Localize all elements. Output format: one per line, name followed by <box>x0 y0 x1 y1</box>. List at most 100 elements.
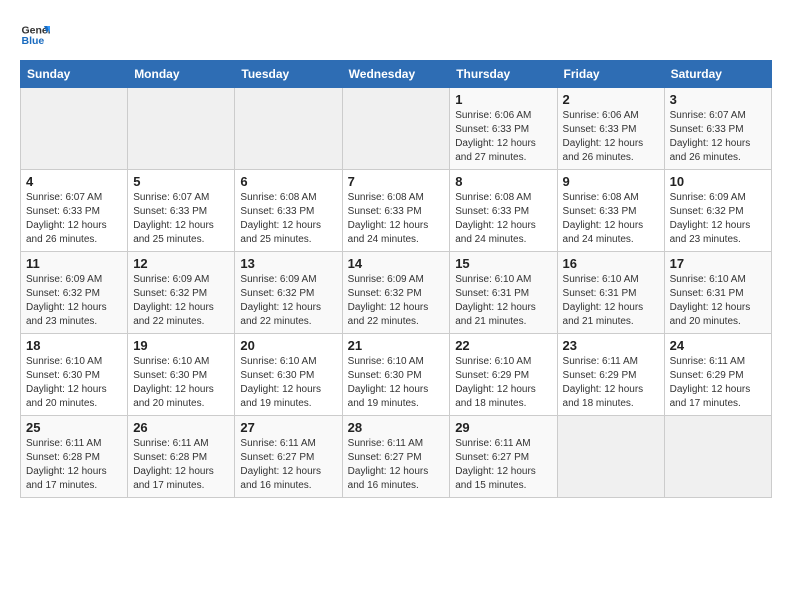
day-number: 28 <box>348 420 445 435</box>
day-info: Sunrise: 6:11 AMSunset: 6:27 PMDaylight:… <box>240 437 336 493</box>
day-number: 11 <box>26 256 122 271</box>
calendar-body: 1Sunrise: 6:06 AMSunset: 6:33 PMDaylight… <box>21 88 772 498</box>
day-info: Sunrise: 6:07 AMSunset: 6:33 PMDaylight:… <box>670 109 766 165</box>
day-number: 24 <box>670 338 766 353</box>
day-number: 21 <box>348 338 445 353</box>
day-info: Sunrise: 6:10 AMSunset: 6:31 PMDaylight:… <box>455 273 551 329</box>
calendar-cell: 15 Sunrise: 6:10 AMSunset: 6:31 PMDayligh… <box>450 252 557 334</box>
calendar-cell: 13 Sunrise: 6:09 AMSunset: 6:32 PMDayligh… <box>235 252 342 334</box>
day-number: 18 <box>26 338 122 353</box>
calendar-cell: 11 Sunrise: 6:09 AMSunset: 6:32 PMDayligh… <box>21 252 128 334</box>
day-number: 14 <box>348 256 445 271</box>
weekday-header-row: SundayMondayTuesdayWednesdayThursdayFrid… <box>21 61 772 88</box>
calendar-cell: 7 Sunrise: 6:08 AMSunset: 6:33 PMDaylight… <box>342 170 450 252</box>
calendar-cell: 8 Sunrise: 6:08 AMSunset: 6:33 PMDaylight… <box>450 170 557 252</box>
calendar-cell: 29 Sunrise: 6:11 AMSunset: 6:27 PMDayligh… <box>450 416 557 498</box>
day-number: 22 <box>455 338 551 353</box>
weekday-header-tuesday: Tuesday <box>235 61 342 88</box>
day-number: 26 <box>133 420 229 435</box>
weekday-header-saturday: Saturday <box>664 61 771 88</box>
weekday-header-friday: Friday <box>557 61 664 88</box>
calendar-cell: 19Sunrise: 6:10 AMSunset: 6:30 PMDayligh… <box>128 334 235 416</box>
day-number: 29 <box>455 420 551 435</box>
day-number: 3 <box>670 92 766 107</box>
day-info: Sunrise: 6:07 AMSunset: 6:33 PMDaylight:… <box>26 191 122 247</box>
day-number: 5 <box>133 174 229 189</box>
day-info: Sunrise: 6:09 AMSunset: 6:32 PMDaylight:… <box>348 273 445 329</box>
day-number: 16 <box>563 256 659 271</box>
day-info: Sunrise: 6:10 AMSunset: 6:31 PMDaylight:… <box>670 273 766 329</box>
calendar-cell: 12 Sunrise: 6:09 AMSunset: 6:32 PMDayligh… <box>128 252 235 334</box>
day-info: Sunrise: 6:09 AMSunset: 6:32 PMDaylight:… <box>133 273 229 329</box>
calendar-cell: 1Sunrise: 6:06 AMSunset: 6:33 PMDaylight… <box>450 88 557 170</box>
calendar-cell: 18 Sunrise: 6:10 AMSunset: 6:30 PMDayligh… <box>21 334 128 416</box>
day-info: Sunrise: 6:06 AMSunset: 6:33 PMDaylight:… <box>563 109 659 165</box>
day-info: Sunrise: 6:11 AMSunset: 6:28 PMDaylight:… <box>26 437 122 493</box>
calendar-cell <box>342 88 450 170</box>
calendar-cell: 6Sunrise: 6:08 AMSunset: 6:33 PMDaylight… <box>235 170 342 252</box>
calendar-week-3: 18 Sunrise: 6:10 AMSunset: 6:30 PMDayligh… <box>21 334 772 416</box>
page-header: General Blue <box>20 20 772 50</box>
weekday-header-sunday: Sunday <box>21 61 128 88</box>
day-info: Sunrise: 6:09 AMSunset: 6:32 PMDaylight:… <box>240 273 336 329</box>
weekday-header-thursday: Thursday <box>450 61 557 88</box>
calendar-cell: 14 Sunrise: 6:09 AMSunset: 6:32 PMDayligh… <box>342 252 450 334</box>
svg-text:Blue: Blue <box>22 35 45 47</box>
day-number: 25 <box>26 420 122 435</box>
calendar-cell: 4 Sunrise: 6:07 AMSunset: 6:33 PMDaylight… <box>21 170 128 252</box>
day-info: Sunrise: 6:10 AMSunset: 6:30 PMDaylight:… <box>26 355 122 411</box>
calendar-cell <box>21 88 128 170</box>
day-number: 23 <box>563 338 659 353</box>
calendar-cell <box>235 88 342 170</box>
calendar-cell: 26 Sunrise: 6:11 AMSunset: 6:28 PMDayligh… <box>128 416 235 498</box>
calendar-week-1: 4 Sunrise: 6:07 AMSunset: 6:33 PMDaylight… <box>21 170 772 252</box>
day-number: 19 <box>133 338 229 353</box>
day-info: Sunrise: 6:08 AMSunset: 6:33 PMDaylight:… <box>455 191 551 247</box>
logo-icon: General Blue <box>20 20 50 50</box>
calendar-cell <box>664 416 771 498</box>
calendar-cell: 21Sunrise: 6:10 AMSunset: 6:30 PMDayligh… <box>342 334 450 416</box>
day-number: 10 <box>670 174 766 189</box>
calendar-week-0: 1Sunrise: 6:06 AMSunset: 6:33 PMDaylight… <box>21 88 772 170</box>
day-number: 13 <box>240 256 336 271</box>
day-info: Sunrise: 6:11 AMSunset: 6:27 PMDaylight:… <box>455 437 551 493</box>
day-number: 9 <box>563 174 659 189</box>
calendar-cell: 22 Sunrise: 6:10 AMSunset: 6:29 PMDayligh… <box>450 334 557 416</box>
day-info: Sunrise: 6:09 AMSunset: 6:32 PMDaylight:… <box>26 273 122 329</box>
calendar-week-2: 11 Sunrise: 6:09 AMSunset: 6:32 PMDayligh… <box>21 252 772 334</box>
calendar-cell: 10Sunrise: 6:09 AMSunset: 6:32 PMDayligh… <box>664 170 771 252</box>
day-number: 27 <box>240 420 336 435</box>
calendar-cell: 17 Sunrise: 6:10 AMSunset: 6:31 PMDayligh… <box>664 252 771 334</box>
day-number: 17 <box>670 256 766 271</box>
day-info: Sunrise: 6:08 AMSunset: 6:33 PMDaylight:… <box>348 191 445 247</box>
calendar-table: SundayMondayTuesdayWednesdayThursdayFrid… <box>20 60 772 498</box>
calendar-cell <box>557 416 664 498</box>
day-info: Sunrise: 6:11 AMSunset: 6:28 PMDaylight:… <box>133 437 229 493</box>
day-number: 8 <box>455 174 551 189</box>
calendar-cell: 28 Sunrise: 6:11 AMSunset: 6:27 PMDayligh… <box>342 416 450 498</box>
calendar-cell: 5Sunrise: 6:07 AMSunset: 6:33 PMDaylight… <box>128 170 235 252</box>
calendar-cell: 24 Sunrise: 6:11 AMSunset: 6:29 PMDayligh… <box>664 334 771 416</box>
day-info: Sunrise: 6:06 AMSunset: 6:33 PMDaylight:… <box>455 109 551 165</box>
day-number: 15 <box>455 256 551 271</box>
calendar-cell: 16 Sunrise: 6:10 AMSunset: 6:31 PMDayligh… <box>557 252 664 334</box>
day-info: Sunrise: 6:11 AMSunset: 6:29 PMDaylight:… <box>670 355 766 411</box>
calendar-cell: 27 Sunrise: 6:11 AMSunset: 6:27 PMDayligh… <box>235 416 342 498</box>
day-info: Sunrise: 6:10 AMSunset: 6:29 PMDaylight:… <box>455 355 551 411</box>
weekday-header-monday: Monday <box>128 61 235 88</box>
day-number: 20 <box>240 338 336 353</box>
calendar-cell: 9Sunrise: 6:08 AMSunset: 6:33 PMDaylight… <box>557 170 664 252</box>
day-number: 4 <box>26 174 122 189</box>
day-number: 12 <box>133 256 229 271</box>
day-info: Sunrise: 6:10 AMSunset: 6:31 PMDaylight:… <box>563 273 659 329</box>
calendar-week-4: 25 Sunrise: 6:11 AMSunset: 6:28 PMDayligh… <box>21 416 772 498</box>
calendar-cell: 3 Sunrise: 6:07 AMSunset: 6:33 PMDaylight… <box>664 88 771 170</box>
calendar-cell: 20Sunrise: 6:10 AMSunset: 6:30 PMDayligh… <box>235 334 342 416</box>
calendar-cell: 25 Sunrise: 6:11 AMSunset: 6:28 PMDayligh… <box>21 416 128 498</box>
day-number: 7 <box>348 174 445 189</box>
calendar-header: SundayMondayTuesdayWednesdayThursdayFrid… <box>21 61 772 88</box>
day-number: 6 <box>240 174 336 189</box>
day-info: Sunrise: 6:11 AMSunset: 6:27 PMDaylight:… <box>348 437 445 493</box>
logo: General Blue <box>20 20 54 50</box>
weekday-header-wednesday: Wednesday <box>342 61 450 88</box>
